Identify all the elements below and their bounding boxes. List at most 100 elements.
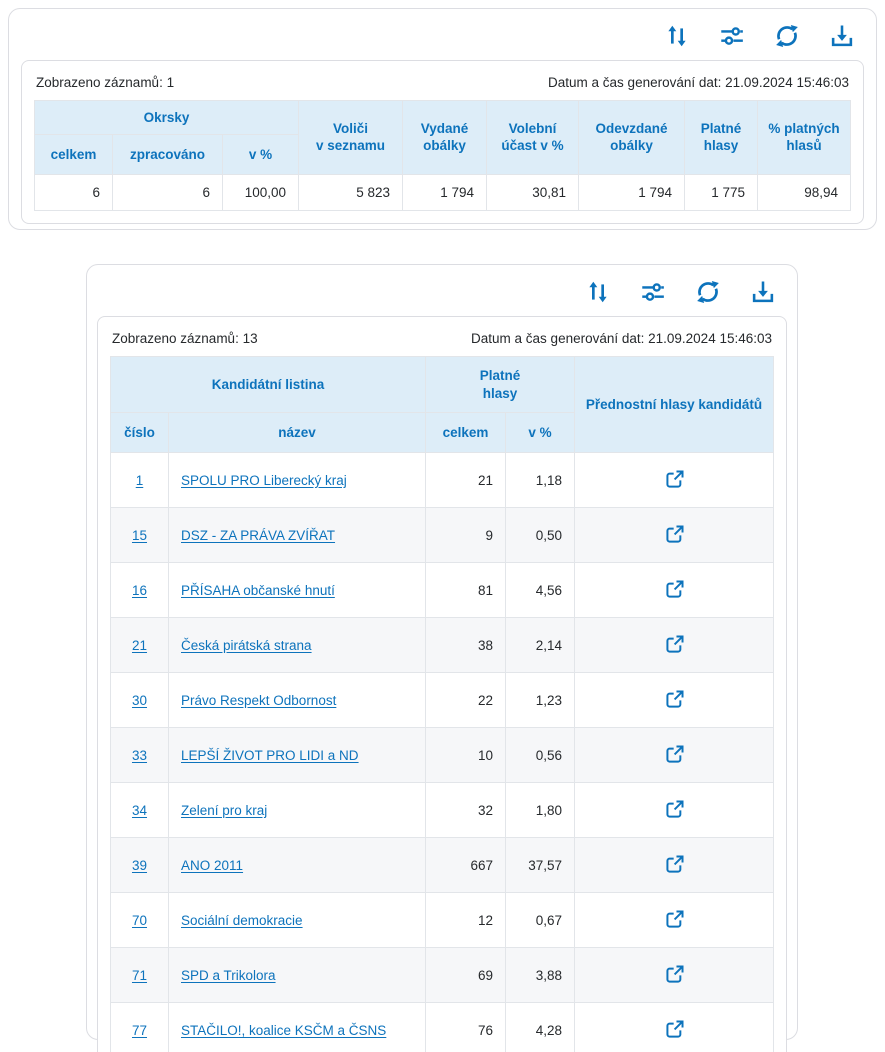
party-name-link[interactable]: DSZ - ZA PRÁVA ZVÍŘAT <box>181 528 335 543</box>
party-votes-pct: 37,57 <box>506 838 575 893</box>
party-number-link[interactable]: 39 <box>132 858 147 873</box>
records-count-label: Zobrazeno záznamů: 1 <box>36 75 174 90</box>
page: Zobrazeno záznamů: 1 Datum a čas generov… <box>0 0 885 1052</box>
party-votes-total: 32 <box>426 783 506 838</box>
party-name-link[interactable]: Zelení pro kraj <box>181 803 267 818</box>
external-link-icon <box>662 797 687 822</box>
party-name-link[interactable]: Sociální demokracie <box>181 913 303 928</box>
filter-button[interactable] <box>718 22 746 50</box>
external-link-icon <box>662 467 687 492</box>
party-name-link[interactable]: PŘÍSAHA občanské hnutí <box>181 583 335 598</box>
party-number-link[interactable]: 21 <box>132 638 147 653</box>
party-number-link[interactable]: 16 <box>132 583 147 598</box>
external-link-icon <box>662 577 687 602</box>
preferential-votes-link[interactable] <box>660 795 689 824</box>
party-votes-pct: 4,56 <box>506 563 575 618</box>
party-table-body: 1 SPOLU PRO Liberecký kraj 21 1,18 15 DS… <box>111 453 774 1052</box>
generated-datetime-label: Datum a čas generování dat: 21.09.2024 1… <box>548 75 849 90</box>
party-number-link[interactable]: 15 <box>132 528 147 543</box>
sort-button[interactable] <box>584 278 612 306</box>
refresh-button[interactable] <box>694 278 722 306</box>
summary-toolbar <box>9 9 876 60</box>
external-link-icon <box>662 852 687 877</box>
party-votes-total: 12 <box>426 893 506 948</box>
preferential-votes-link[interactable] <box>660 465 689 494</box>
column-header-v-pct: v % <box>506 413 575 453</box>
preferential-votes-link[interactable] <box>660 575 689 604</box>
preferential-votes-link[interactable] <box>660 850 689 879</box>
platne-hlasy-value: 1 775 <box>685 175 758 211</box>
party-name-link[interactable]: ANO 2011 <box>181 858 243 873</box>
party-name-link[interactable]: Česká pirátská strana <box>181 638 312 653</box>
preferential-votes-link[interactable] <box>660 1015 689 1044</box>
party-number-link[interactable]: 1 <box>136 473 144 488</box>
party-number-link[interactable]: 33 <box>132 748 147 763</box>
volici-v-seznamu-value: 5 823 <box>299 175 403 211</box>
column-header-zpracovano: zpracováno <box>113 135 223 175</box>
party-name-link[interactable]: STAČILO!, koalice KSČM a ČSNS <box>181 1023 386 1038</box>
table-row: 30 Právo Respekt Odbornost 22 1,23 <box>111 673 774 728</box>
table-row: 16 PŘÍSAHA občanské hnutí 81 4,56 <box>111 563 774 618</box>
party-number-link[interactable]: 71 <box>132 968 147 983</box>
sort-icon <box>584 278 612 306</box>
party-votes-total: 10 <box>426 728 506 783</box>
refresh-button[interactable] <box>773 22 801 50</box>
sort-button[interactable] <box>663 22 691 50</box>
party-panel: Zobrazeno záznamů: 13 Datum a čas genero… <box>97 316 787 1052</box>
party-votes-total: 81 <box>426 563 506 618</box>
external-link-icon <box>662 1017 687 1042</box>
external-link-icon <box>662 962 687 987</box>
table-row: 33 LEPŠÍ ŽIVOT PRO LIDI a ND 10 0,56 <box>111 728 774 783</box>
party-votes-pct: 1,23 <box>506 673 575 728</box>
party-toolbar <box>87 265 797 316</box>
party-name-link[interactable]: SPOLU PRO Liberecký kraj <box>181 473 347 488</box>
column-header-prednostni-hlasy: Přednostní hlasy kandidátů <box>575 357 774 453</box>
vydane-obalky-value: 1 794 <box>403 175 487 211</box>
pct-platnych-hlasu-value: 98,94 <box>758 175 851 211</box>
preferential-votes-link[interactable] <box>660 740 689 769</box>
column-header-vydane-obalky: Vydané obálky <box>403 101 487 175</box>
column-header-kandidatni-listina: Kandidátní listina <box>111 357 426 413</box>
party-number-link[interactable]: 34 <box>132 803 147 818</box>
okrsky-v-pct-value: 100,00 <box>223 175 299 211</box>
column-header-pct-platnych-hlasu: % platných hlasů <box>758 101 851 175</box>
preferential-votes-link[interactable] <box>660 685 689 714</box>
sort-icon <box>663 22 691 50</box>
party-name-link[interactable]: Právo Respekt Odbornost <box>181 693 336 708</box>
generated-datetime-label: Datum a čas generování dat: 21.09.2024 1… <box>471 331 772 346</box>
okrsky-zpracovano-value: 6 <box>113 175 223 211</box>
party-votes-total: 9 <box>426 508 506 563</box>
party-results-table: Kandidátní listina Platné hlasy Přednost… <box>110 356 774 1052</box>
party-votes-pct: 0,56 <box>506 728 575 783</box>
okrsky-celkem-value: 6 <box>35 175 113 211</box>
table-row: 70 Sociální demokracie 12 0,67 <box>111 893 774 948</box>
district-summary-table: Okrsky Voliči v seznamu Vydané obálky Vo… <box>34 100 851 211</box>
external-link-icon <box>662 522 687 547</box>
records-count-label: Zobrazeno záznamů: 13 <box>112 331 258 346</box>
party-number-link[interactable]: 70 <box>132 913 147 928</box>
filter-icon <box>639 278 667 306</box>
preferential-votes-link[interactable] <box>660 905 689 934</box>
party-name-link[interactable]: LEPŠÍ ŽIVOT PRO LIDI a ND <box>181 748 359 763</box>
party-number-link[interactable]: 77 <box>132 1023 147 1038</box>
district-summary-card: Zobrazeno záznamů: 1 Datum a čas generov… <box>8 8 877 230</box>
filter-button[interactable] <box>639 278 667 306</box>
preferential-votes-link[interactable] <box>660 960 689 989</box>
preferential-votes-link[interactable] <box>660 630 689 659</box>
filter-icon <box>718 22 746 50</box>
party-votes-pct: 1,80 <box>506 783 575 838</box>
download-button[interactable] <box>828 22 856 50</box>
refresh-icon <box>773 22 801 50</box>
party-votes-total: 22 <box>426 673 506 728</box>
column-header-okrsky: Okrsky <box>35 101 299 135</box>
party-name-link[interactable]: SPD a Trikolora <box>181 968 276 983</box>
table-row: 21 Česká pirátská strana 38 2,14 <box>111 618 774 673</box>
party-votes-pct: 2,14 <box>506 618 575 673</box>
download-icon <box>749 278 777 306</box>
external-link-icon <box>662 632 687 657</box>
party-number-link[interactable]: 30 <box>132 693 147 708</box>
odevzdane-obalky-value: 1 794 <box>579 175 685 211</box>
preferential-votes-link[interactable] <box>660 520 689 549</box>
refresh-icon <box>694 278 722 306</box>
download-button[interactable] <box>749 278 777 306</box>
